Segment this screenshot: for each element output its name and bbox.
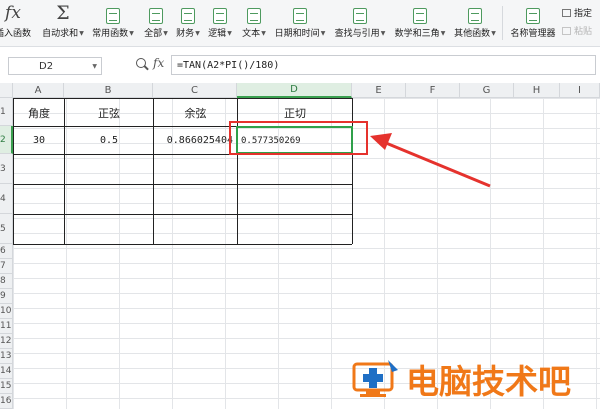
annotation-arrow-icon bbox=[370, 133, 491, 188]
watermark-text: 电脑技术吧 bbox=[406, 362, 571, 401]
watermark-logo-icon bbox=[352, 360, 398, 397]
